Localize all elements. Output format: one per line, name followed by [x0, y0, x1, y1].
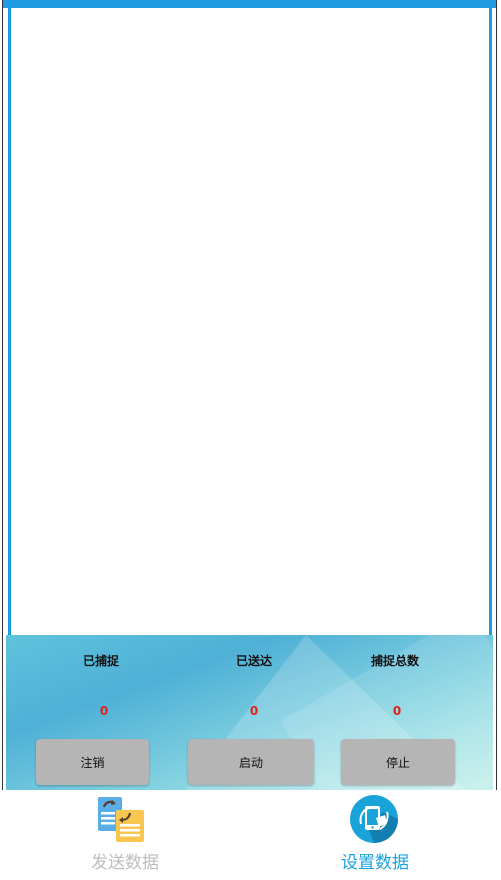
captured-label: 已捕捉	[82, 654, 119, 668]
log-display-area	[8, 8, 492, 635]
nav-label-send-data: 发送数据	[91, 853, 159, 873]
send-data-icon	[96, 794, 146, 844]
nav-item-settings-data[interactable]: 设置数据	[250, 790, 500, 880]
nav-item-send-data[interactable]: 发送数据	[0, 790, 250, 880]
sent-label: 已送达	[235, 654, 272, 668]
settings-data-icon	[349, 794, 399, 844]
bottom-nav: 发送数据 设置数据	[0, 790, 501, 880]
header-bar	[3, 0, 496, 8]
app-frame: 已捕捉 已送达 捕捉总数 0 0 0 注销 启动 停止	[2, 0, 497, 790]
start-button[interactable]: 启动	[188, 739, 314, 785]
total-captured-count: 0	[392, 704, 402, 718]
logout-button[interactable]: 注销	[36, 739, 149, 785]
sent-count: 0	[249, 704, 259, 718]
nav-label-settings-data: 设置数据	[341, 853, 409, 873]
stats-panel: 已捕捉 已送达 捕捉总数 0 0 0 注销 启动 停止	[6, 635, 493, 790]
total-captured-label: 捕捉总数	[370, 654, 419, 668]
stop-button[interactable]: 停止	[341, 739, 455, 785]
captured-count: 0	[99, 704, 109, 718]
